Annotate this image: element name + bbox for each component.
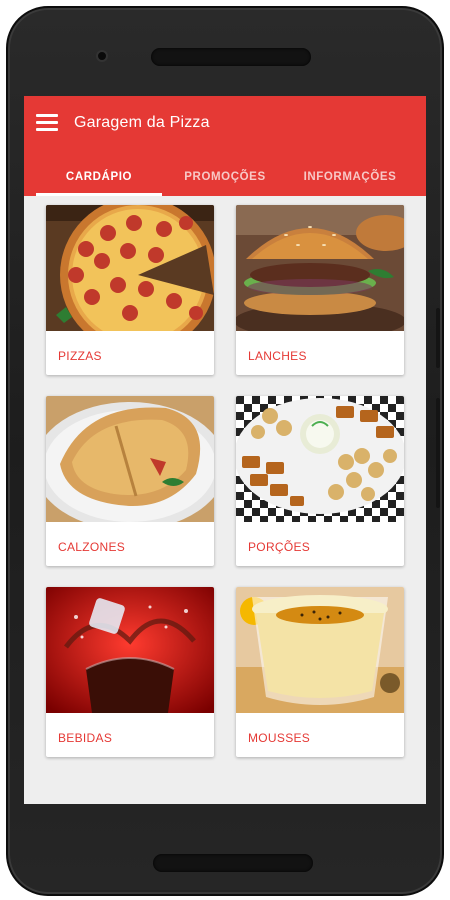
soda-image — [46, 587, 214, 713]
mousse-image — [236, 587, 404, 713]
category-label-calzones: CALZONES — [58, 540, 126, 554]
category-card-bebidas[interactable]: BEBIDAS — [46, 587, 214, 757]
bottom-speaker — [153, 854, 313, 872]
menu-icon[interactable] — [36, 114, 58, 132]
tab-bar: CARDÁPIO PROMOÇÕES INFORMAÇÕES — [24, 158, 426, 196]
portions-image — [236, 396, 404, 522]
calzone-image — [46, 396, 214, 522]
pizza-image — [46, 205, 214, 331]
tab-cardapio[interactable]: CARDÁPIO — [32, 158, 166, 196]
category-label-bebidas: BEBIDAS — [58, 731, 113, 745]
app-title: Garagem da Pizza — [74, 114, 210, 131]
power-button — [436, 398, 440, 508]
category-label-pizzas: PIZZAS — [58, 349, 102, 363]
category-card-calzones[interactable]: CALZONES — [46, 396, 214, 566]
category-card-mousses[interactable]: MOUSSES — [236, 587, 404, 757]
tab-informacoes[interactable]: INFORMAÇÕES — [283, 158, 417, 196]
front-camera — [96, 50, 108, 62]
category-label-porcoes: PORÇÕES — [248, 540, 311, 554]
category-card-lanches[interactable]: LANCHES — [236, 205, 404, 375]
tab-indicator — [36, 193, 162, 196]
app-bar: Garagem da Pizza CARDÁPIO PROMOÇÕES INFO… — [24, 96, 426, 196]
burger-image — [236, 205, 404, 331]
category-label-mousses: MOUSSES — [248, 731, 311, 745]
top-speaker — [151, 48, 311, 66]
category-card-pizzas[interactable]: PIZZAS — [46, 205, 214, 375]
category-label-lanches: LANCHES — [248, 349, 307, 363]
volume-button — [436, 308, 440, 368]
tab-promocoes[interactable]: PROMOÇÕES — [158, 158, 292, 196]
category-card-porcoes[interactable]: PORÇÕES — [236, 396, 404, 566]
app-screen: Garagem da Pizza CARDÁPIO PROMOÇÕES INFO… — [24, 96, 426, 804]
